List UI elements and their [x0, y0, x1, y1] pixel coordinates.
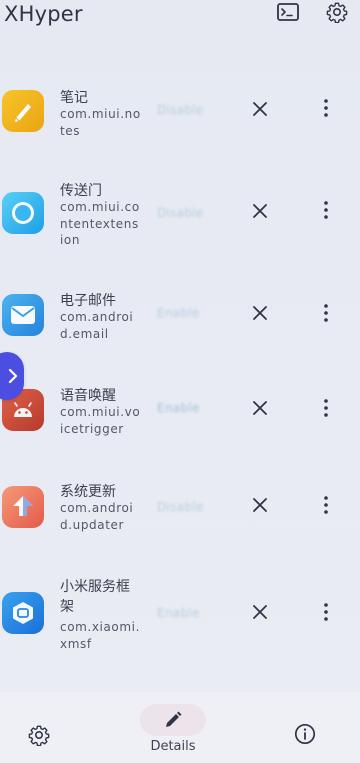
nav-settings[interactable] [28, 724, 50, 746]
app-name: 语音唤醒 [60, 388, 116, 404]
app-state-toggle[interactable]: Disable [157, 206, 204, 220]
gear-icon [28, 725, 50, 746]
nav-info[interactable] [294, 723, 316, 745]
package-name: com.xiaomi.xmsf [60, 620, 141, 651]
app-title: XHyper [4, 2, 83, 26]
chevron-right-icon [8, 368, 18, 384]
pencil-icon [166, 711, 182, 727]
app-state-toggle[interactable]: Enable [157, 306, 200, 320]
xmsf-app-icon [2, 592, 44, 634]
package-name: com.android.email [60, 310, 134, 341]
package-name: com.miui.notes [60, 107, 141, 138]
info-icon [294, 723, 316, 745]
app-screen: XHyper 笔记 com.miui.notes Disable 传送门 com… [0, 0, 360, 763]
close-icon[interactable] [249, 494, 271, 516]
side-expand-handle[interactable] [0, 352, 24, 400]
app-state-toggle[interactable]: Disable [157, 500, 204, 514]
notes-app-icon [2, 90, 44, 132]
app-state-toggle[interactable]: Enable [157, 401, 200, 415]
terminal-icon[interactable] [276, 0, 300, 24]
app-name: 笔记 [60, 90, 88, 106]
more-vert-icon[interactable] [316, 199, 336, 221]
close-icon[interactable] [249, 601, 271, 623]
content-extension-app-icon [2, 192, 44, 234]
more-vert-icon[interactable] [316, 601, 336, 623]
more-vert-icon[interactable] [316, 302, 336, 324]
updater-app-icon [2, 486, 44, 528]
app-name: 电子邮件 [60, 293, 116, 309]
close-icon[interactable] [249, 302, 271, 324]
nav-details-label: Details [150, 739, 196, 754]
close-icon[interactable] [249, 200, 271, 222]
more-vert-icon[interactable] [316, 397, 336, 419]
nav-details-indicator [140, 704, 206, 736]
email-app-icon [2, 294, 44, 336]
package-name: com.android.updater [60, 501, 134, 532]
close-icon[interactable] [249, 98, 271, 120]
bottom-navigation: Details [0, 692, 360, 763]
app-name: 小米服务框架 [60, 579, 130, 615]
app-name: 系统更新 [60, 484, 116, 500]
app-name: 传送门 [60, 183, 102, 199]
gear-icon[interactable] [325, 0, 349, 24]
top-app-bar: XHyper [0, 0, 360, 34]
more-vert-icon[interactable] [316, 97, 336, 119]
close-icon[interactable] [249, 397, 271, 419]
package-name: com.miui.contentextension [60, 200, 140, 247]
nav-details[interactable]: Details [140, 704, 206, 754]
more-vert-icon[interactable] [316, 494, 336, 516]
app-state-toggle[interactable]: Disable [157, 103, 204, 117]
app-state-toggle[interactable]: Enable [157, 606, 200, 620]
package-name: com.miui.voicetrigger [60, 405, 141, 436]
